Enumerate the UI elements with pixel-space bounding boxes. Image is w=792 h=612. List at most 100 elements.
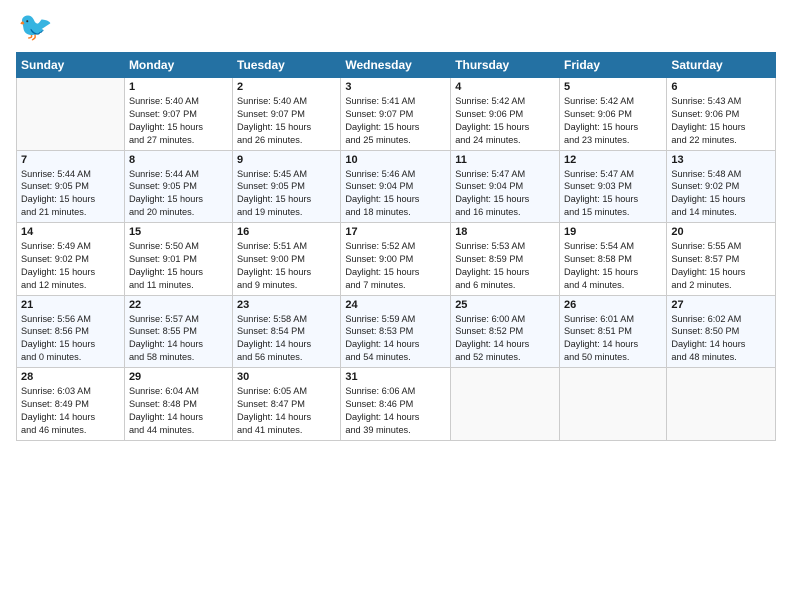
day-number: 2 (237, 81, 336, 93)
day-number: 20 (671, 226, 771, 238)
calendar-week-5: 28 Sunrise: 6:03 AM Sunset: 8:49 PM Dayli… (17, 368, 776, 441)
weekday-header-friday: Friday (560, 53, 667, 78)
weekday-header-thursday: Thursday (451, 53, 560, 78)
day-number: 26 (564, 299, 662, 311)
calendar-cell: 1 Sunrise: 5:40 AM Sunset: 9:07 PM Daylig… (124, 78, 232, 151)
day-number: 13 (671, 154, 771, 166)
day-info: Sunrise: 5:45 AM Sunset: 9:05 PM Dayligh… (237, 168, 336, 220)
logo: 🐦 (16, 10, 54, 46)
day-number: 9 (237, 154, 336, 166)
header: 🐦 (16, 10, 776, 46)
day-info: Sunrise: 5:48 AM Sunset: 9:02 PM Dayligh… (671, 168, 771, 220)
day-info: Sunrise: 5:54 AM Sunset: 8:58 PM Dayligh… (564, 240, 662, 292)
weekday-header-wednesday: Wednesday (341, 53, 451, 78)
day-info: Sunrise: 5:51 AM Sunset: 9:00 PM Dayligh… (237, 240, 336, 292)
day-number: 25 (455, 299, 555, 311)
day-number: 4 (455, 81, 555, 93)
calendar-cell: 4 Sunrise: 5:42 AM Sunset: 9:06 PM Daylig… (451, 78, 560, 151)
day-info: Sunrise: 5:52 AM Sunset: 9:00 PM Dayligh… (345, 240, 446, 292)
day-number: 30 (237, 371, 336, 383)
day-info: Sunrise: 5:42 AM Sunset: 9:06 PM Dayligh… (564, 95, 662, 147)
calendar-cell (560, 368, 667, 441)
day-info: Sunrise: 5:43 AM Sunset: 9:06 PM Dayligh… (671, 95, 771, 147)
day-info: Sunrise: 5:53 AM Sunset: 8:59 PM Dayligh… (455, 240, 555, 292)
calendar-cell: 19 Sunrise: 5:54 AM Sunset: 8:58 PM Dayli… (560, 223, 667, 296)
day-number: 18 (455, 226, 555, 238)
day-info: Sunrise: 5:42 AM Sunset: 9:06 PM Dayligh… (455, 95, 555, 147)
day-number: 27 (671, 299, 771, 311)
day-number: 19 (564, 226, 662, 238)
calendar-cell: 29 Sunrise: 6:04 AM Sunset: 8:48 PM Dayli… (124, 368, 232, 441)
day-number: 12 (564, 154, 662, 166)
calendar-cell: 15Sunrise: 5:50 AM Sunset: 9:01 PM Dayli… (124, 223, 232, 296)
day-number: 7 (21, 154, 120, 166)
calendar-cell: 25 Sunrise: 6:00 AM Sunset: 8:52 PM Dayli… (451, 295, 560, 368)
day-info: Sunrise: 5:58 AM Sunset: 8:54 PM Dayligh… (237, 313, 336, 365)
calendar-cell: 7 Sunrise: 5:44 AM Sunset: 9:05 PM Daylig… (17, 150, 125, 223)
day-info: Sunrise: 5:41 AM Sunset: 9:07 PM Dayligh… (345, 95, 446, 147)
calendar-cell: 31Sunrise: 6:06 AM Sunset: 8:46 PM Dayli… (341, 368, 451, 441)
calendar-cell: 2 Sunrise: 5:40 AM Sunset: 9:07 PM Daylig… (233, 78, 341, 151)
day-number: 17 (345, 226, 446, 238)
calendar-week-4: 21Sunrise: 5:56 AM Sunset: 8:56 PM Dayli… (17, 295, 776, 368)
calendar-cell: 28 Sunrise: 6:03 AM Sunset: 8:49 PM Dayli… (17, 368, 125, 441)
page: 🐦 SundayMondayTuesdayWednesdayThursdayFr… (0, 0, 792, 612)
calendar-cell: 3 Sunrise: 5:41 AM Sunset: 9:07 PM Daylig… (341, 78, 451, 151)
calendar-cell: 22 Sunrise: 5:57 AM Sunset: 8:55 PM Dayli… (124, 295, 232, 368)
day-number: 22 (129, 299, 228, 311)
day-info: Sunrise: 6:03 AM Sunset: 8:49 PM Dayligh… (21, 385, 120, 437)
day-info: Sunrise: 5:59 AM Sunset: 8:53 PM Dayligh… (345, 313, 446, 365)
calendar-week-1: 1 Sunrise: 5:40 AM Sunset: 9:07 PM Daylig… (17, 78, 776, 151)
day-number: 11 (455, 154, 555, 166)
calendar: SundayMondayTuesdayWednesdayThursdayFrid… (16, 52, 776, 441)
weekday-header-tuesday: Tuesday (233, 53, 341, 78)
logo-icon: 🐦 (16, 10, 52, 46)
day-info: Sunrise: 6:01 AM Sunset: 8:51 PM Dayligh… (564, 313, 662, 365)
day-number: 28 (21, 371, 120, 383)
calendar-week-3: 14 Sunrise: 5:49 AM Sunset: 9:02 PM Dayli… (17, 223, 776, 296)
calendar-cell (451, 368, 560, 441)
calendar-cell: 24Sunrise: 5:59 AM Sunset: 8:53 PM Dayli… (341, 295, 451, 368)
calendar-cell: 12Sunrise: 5:47 AM Sunset: 9:03 PM Dayli… (560, 150, 667, 223)
day-info: Sunrise: 6:02 AM Sunset: 8:50 PM Dayligh… (671, 313, 771, 365)
svg-text:🐦: 🐦 (18, 11, 52, 42)
day-info: Sunrise: 5:50 AM Sunset: 9:01 PM Dayligh… (129, 240, 228, 292)
calendar-cell: 8Sunrise: 5:44 AM Sunset: 9:05 PM Daylig… (124, 150, 232, 223)
calendar-cell: 18 Sunrise: 5:53 AM Sunset: 8:59 PM Dayli… (451, 223, 560, 296)
day-number: 5 (564, 81, 662, 93)
day-info: Sunrise: 6:00 AM Sunset: 8:52 PM Dayligh… (455, 313, 555, 365)
day-info: Sunrise: 5:56 AM Sunset: 8:56 PM Dayligh… (21, 313, 120, 365)
calendar-week-2: 7 Sunrise: 5:44 AM Sunset: 9:05 PM Daylig… (17, 150, 776, 223)
day-info: Sunrise: 5:57 AM Sunset: 8:55 PM Dayligh… (129, 313, 228, 365)
calendar-cell: 10Sunrise: 5:46 AM Sunset: 9:04 PM Dayli… (341, 150, 451, 223)
day-number: 6 (671, 81, 771, 93)
calendar-cell: 27 Sunrise: 6:02 AM Sunset: 8:50 PM Dayli… (667, 295, 776, 368)
calendar-cell: 20 Sunrise: 5:55 AM Sunset: 8:57 PM Dayli… (667, 223, 776, 296)
day-info: Sunrise: 5:55 AM Sunset: 8:57 PM Dayligh… (671, 240, 771, 292)
calendar-cell (667, 368, 776, 441)
day-info: Sunrise: 6:06 AM Sunset: 8:46 PM Dayligh… (345, 385, 446, 437)
calendar-cell: 16 Sunrise: 5:51 AM Sunset: 9:00 PM Dayli… (233, 223, 341, 296)
calendar-cell: 9 Sunrise: 5:45 AM Sunset: 9:05 PM Daylig… (233, 150, 341, 223)
day-number: 29 (129, 371, 228, 383)
day-number: 10 (345, 154, 446, 166)
calendar-cell: 13 Sunrise: 5:48 AM Sunset: 9:02 PM Dayli… (667, 150, 776, 223)
day-number: 14 (21, 226, 120, 238)
day-info: Sunrise: 5:44 AM Sunset: 9:05 PM Dayligh… (21, 168, 120, 220)
calendar-cell: 6 Sunrise: 5:43 AM Sunset: 9:06 PM Daylig… (667, 78, 776, 151)
day-number: 3 (345, 81, 446, 93)
day-info: Sunrise: 5:47 AM Sunset: 9:04 PM Dayligh… (455, 168, 555, 220)
day-number: 23 (237, 299, 336, 311)
day-info: Sunrise: 6:04 AM Sunset: 8:48 PM Dayligh… (129, 385, 228, 437)
day-number: 16 (237, 226, 336, 238)
day-info: Sunrise: 5:40 AM Sunset: 9:07 PM Dayligh… (237, 95, 336, 147)
day-info: Sunrise: 5:40 AM Sunset: 9:07 PM Dayligh… (129, 95, 228, 147)
day-number: 8 (129, 154, 228, 166)
calendar-cell: 11 Sunrise: 5:47 AM Sunset: 9:04 PM Dayli… (451, 150, 560, 223)
day-number: 1 (129, 81, 228, 93)
calendar-cell: 23 Sunrise: 5:58 AM Sunset: 8:54 PM Dayli… (233, 295, 341, 368)
calendar-cell: 14 Sunrise: 5:49 AM Sunset: 9:02 PM Dayli… (17, 223, 125, 296)
weekday-header-row: SundayMondayTuesdayWednesdayThursdayFrid… (17, 53, 776, 78)
day-info: Sunrise: 5:49 AM Sunset: 9:02 PM Dayligh… (21, 240, 120, 292)
calendar-cell (17, 78, 125, 151)
